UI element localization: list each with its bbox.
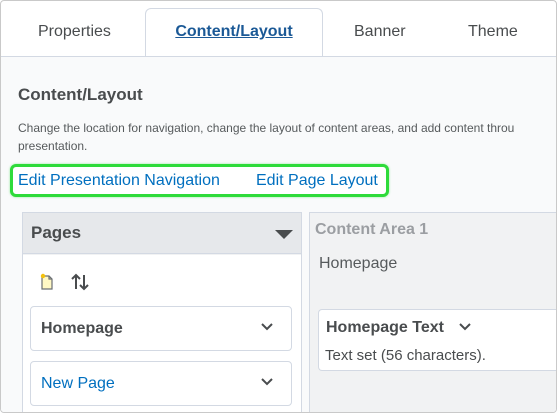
chevron-down-icon[interactable] [261, 378, 273, 386]
page-item-homepage[interactable]: Homepage [30, 306, 292, 351]
description-line-1: Change the location for navigation, chan… [18, 121, 515, 135]
reorder-icon[interactable] [70, 272, 90, 292]
chevron-down-icon[interactable] [261, 323, 273, 331]
page-item-new-page[interactable]: New Page [30, 361, 292, 406]
widget-status-text: Text set (56 characters). [325, 347, 486, 364]
content-layout-panel: Content/Layout Change the location for n… [1, 57, 556, 412]
edit-page-layout-link[interactable]: Edit Page Layout [256, 172, 378, 190]
tab-banner[interactable]: Banner [354, 23, 406, 41]
section-title: Content/Layout [18, 85, 143, 104]
edit-presentation-navigation-link[interactable]: Edit Presentation Navigation [18, 172, 220, 190]
content-area-1: Content Area 1 Homepage Homepage Text Te… [309, 212, 556, 412]
description-line-2: presentation. [18, 139, 88, 153]
pages-panel-header: Pages [23, 213, 301, 254]
tab-content-layout[interactable]: Content/Layout [145, 8, 323, 58]
pages-panel-title: Pages [31, 223, 82, 242]
content-area-page-name: Homepage [319, 255, 398, 272]
page-item-label: New Page [41, 375, 115, 392]
content-area-title: Content Area 1 [315, 221, 429, 238]
tab-content-layout-label: Content/Layout [175, 23, 293, 40]
tab-bar: Properties Content/Layout Banner Theme [1, 1, 556, 58]
page-item-label: Homepage [41, 320, 123, 337]
caret-down-icon[interactable] [275, 230, 293, 239]
tab-theme[interactable]: Theme [468, 23, 518, 41]
chevron-down-icon[interactable] [459, 323, 471, 331]
presentation-editor: Properties Content/Layout Banner Theme C… [0, 0, 557, 413]
tab-properties[interactable]: Properties [38, 23, 111, 41]
pages-panel: Pages Homepage New Page [22, 212, 302, 412]
homepage-text-widget[interactable]: Homepage Text Text set (56 characters). [318, 309, 556, 371]
new-page-icon[interactable] [39, 273, 55, 291]
widget-title: Homepage Text [326, 319, 444, 336]
section-description: Change the location for navigation, chan… [18, 119, 556, 155]
pages-list: Homepage New Page [23, 255, 301, 412]
